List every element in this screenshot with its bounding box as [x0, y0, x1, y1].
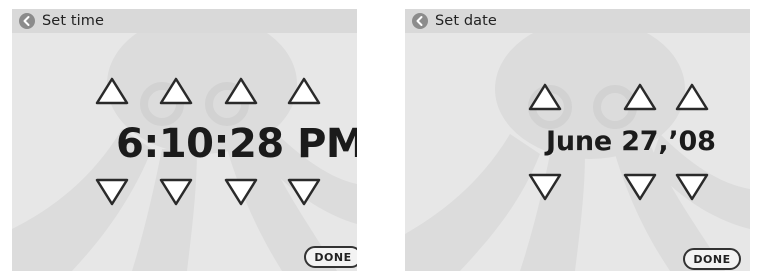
up-triangle-icon: [528, 83, 562, 111]
time-value: 6:10:28 PM: [116, 121, 357, 167]
minute-down-button[interactable]: [158, 177, 194, 207]
up-triangle-icon: [224, 77, 258, 105]
year-down-button[interactable]: [674, 172, 710, 202]
month-up-button[interactable]: [527, 82, 563, 112]
day-up-button[interactable]: [622, 82, 658, 112]
titlebar: Set date: [405, 9, 750, 33]
up-triangle-icon: [95, 77, 129, 105]
hour-up-button[interactable]: [94, 76, 130, 106]
done-button[interactable]: DONE: [304, 246, 357, 268]
second-down-button[interactable]: [223, 177, 259, 207]
page-title: Set date: [435, 13, 497, 29]
up-triangle-icon: [159, 77, 193, 105]
set-date-screen: Set date June 27,’08 DONE: [405, 9, 750, 271]
hour-down-button[interactable]: [94, 177, 130, 207]
back-chevron-icon: [23, 16, 30, 26]
up-triangle-icon: [675, 83, 709, 111]
down-triangle-icon: [528, 173, 562, 201]
done-button[interactable]: DONE: [683, 248, 741, 270]
down-triangle-icon: [287, 178, 321, 206]
set-time-screen: Set time 6:10:28 PM DONE: [12, 9, 357, 271]
down-triangle-icon: [224, 178, 258, 206]
ampm-down-button[interactable]: [286, 177, 322, 207]
down-triangle-icon: [95, 178, 129, 206]
back-chevron-icon: [416, 16, 423, 26]
titlebar: Set time: [12, 9, 357, 33]
up-triangle-icon: [287, 77, 321, 105]
second-up-button[interactable]: [223, 76, 259, 106]
down-triangle-icon: [675, 173, 709, 201]
year-up-button[interactable]: [674, 82, 710, 112]
back-button[interactable]: [412, 13, 428, 29]
down-triangle-icon: [623, 173, 657, 201]
up-triangle-icon: [623, 83, 657, 111]
down-triangle-icon: [159, 178, 193, 206]
back-button[interactable]: [19, 13, 35, 29]
day-down-button[interactable]: [622, 172, 658, 202]
date-value: June 27,’08: [546, 126, 716, 157]
page-title: Set time: [42, 13, 104, 29]
month-down-button[interactable]: [527, 172, 563, 202]
minute-up-button[interactable]: [158, 76, 194, 106]
ampm-up-button[interactable]: [286, 76, 322, 106]
